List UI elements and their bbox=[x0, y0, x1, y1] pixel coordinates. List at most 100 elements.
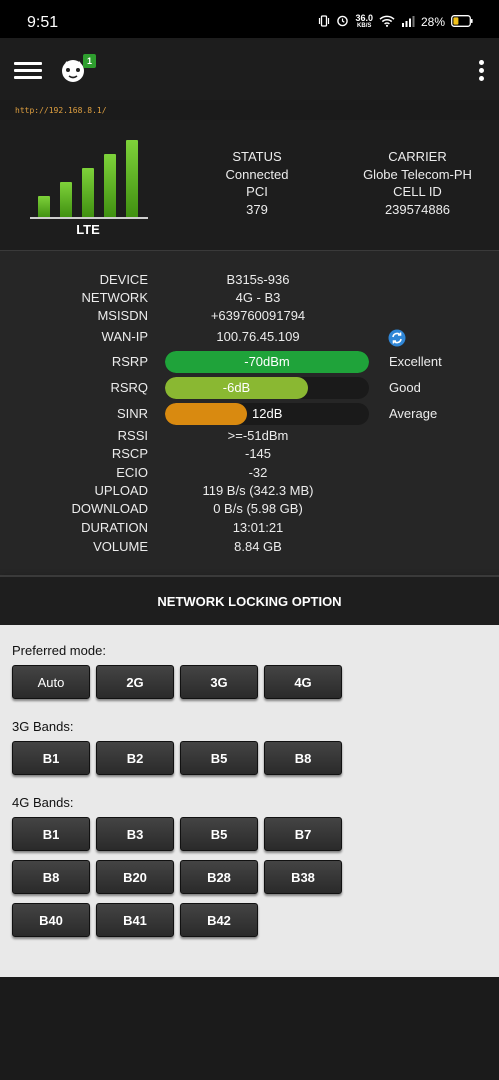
bands-4g-title: 4G Bands: bbox=[12, 795, 74, 810]
sinr-row: SINR 12dB Average bbox=[0, 403, 499, 425]
upload-value: 119 B/s (342.3 MB) bbox=[202, 483, 314, 498]
band-4g-button-b1[interactable]: B1 bbox=[12, 817, 90, 851]
band-4g-button-b5[interactable]: B5 bbox=[180, 817, 258, 851]
signal-bars bbox=[38, 140, 138, 218]
status-icons: 36.0 KB/S 28% bbox=[318, 14, 473, 30]
volume-value: 8.84 GB bbox=[234, 539, 282, 554]
band-4g-button-b38[interactable]: B38 bbox=[264, 860, 342, 894]
sinr-label: SINR bbox=[116, 406, 148, 421]
download-row: DOWNLOAD 0 B/s (5.98 GB) bbox=[0, 501, 499, 520]
status-bar: 9:51 36.0 KB/S 28% bbox=[0, 0, 499, 38]
battery-percent: 28% bbox=[420, 15, 445, 29]
rsrq-meter: -6dB bbox=[165, 377, 369, 399]
rscp-value: -145 bbox=[244, 446, 272, 461]
carrier-column: CARRIER Globe Telecom-PH CELL ID 2395748… bbox=[345, 148, 490, 218]
band-4g-button-b7[interactable]: B7 bbox=[264, 817, 342, 851]
upload-row: UPLOAD 119 B/s (342.3 MB) bbox=[0, 483, 499, 502]
rsrq-row: RSRQ -6dB Good bbox=[0, 377, 499, 399]
rsrq-value: -6dB bbox=[222, 380, 251, 395]
sinr-meter-fill bbox=[165, 403, 247, 425]
rsrp-meter: -70dBm bbox=[165, 351, 369, 373]
band-4g-button-b40[interactable]: B40 bbox=[12, 903, 90, 937]
network-locking-panel: Preferred mode: Auto 2G 3G 4G 3G Bands: B1 B… bbox=[0, 625, 499, 977]
carrier-label: CARRIER bbox=[388, 149, 447, 164]
rssi-value: >=-51dBm bbox=[227, 428, 289, 443]
status-value: Connected bbox=[225, 166, 289, 182]
mode-button-4g[interactable]: 4G bbox=[264, 665, 342, 699]
network-type-label: LTE bbox=[76, 222, 100, 237]
network-row: NETWORK 4G - B3 bbox=[0, 290, 499, 309]
status-label: STATUS bbox=[232, 149, 282, 164]
device-value: B315s-936 bbox=[226, 272, 290, 287]
info-panel: DEVICE B315s-936 NETWORK 4G - B3 MSISDN … bbox=[0, 250, 499, 575]
signal-bar-1 bbox=[38, 196, 50, 218]
clock: 9:51 bbox=[27, 14, 59, 31]
refresh-icon[interactable] bbox=[388, 329, 406, 347]
rsrq-label: RSRQ bbox=[110, 380, 148, 395]
duration-label: DURATION bbox=[81, 520, 148, 535]
cell-id-label: CELL ID bbox=[393, 184, 442, 199]
band-4g-button-b3[interactable]: B3 bbox=[96, 817, 174, 851]
band-4g-button-b41[interactable]: B41 bbox=[96, 903, 174, 937]
pci-value: 379 bbox=[246, 201, 268, 217]
msisdn-row: MSISDN +639760091794 bbox=[0, 308, 499, 327]
network-label: NETWORK bbox=[81, 290, 148, 305]
download-value: 0 B/s (5.98 GB) bbox=[213, 501, 303, 516]
rsrp-row: RSRP -70dBm Excellent bbox=[0, 351, 499, 373]
pci-label: PCI bbox=[246, 184, 268, 199]
more-options-icon[interactable] bbox=[479, 60, 485, 82]
ecio-row: ECIO -32 bbox=[0, 465, 499, 484]
sinr-quality: Average bbox=[389, 406, 438, 421]
band-3g-button-b8[interactable]: B8 bbox=[264, 741, 342, 775]
band-3g-button-b2[interactable]: B2 bbox=[96, 741, 174, 775]
rscp-row: RSCP -145 bbox=[0, 446, 499, 465]
rsrp-label: RSRP bbox=[111, 354, 148, 369]
router-url[interactable]: http://192.168.8.1/ bbox=[15, 106, 107, 115]
rsrp-value: -70dBm bbox=[244, 354, 290, 369]
alarm-icon bbox=[336, 14, 349, 30]
wan-ip-value: 100.76.45.109 bbox=[216, 329, 300, 344]
bands-3g-title: 3G Bands: bbox=[12, 719, 74, 734]
network-locking-title: NETWORK LOCKING OPTION bbox=[157, 594, 342, 609]
mode-button-3g[interactable]: 3G bbox=[180, 665, 258, 699]
network-value: 4G - B3 bbox=[235, 290, 281, 305]
rssi-row: RSSI >=-51dBm bbox=[0, 428, 499, 447]
network-locking-header[interactable]: NETWORK LOCKING OPTION bbox=[0, 575, 499, 625]
signal-bar-5 bbox=[126, 140, 138, 218]
band-4g-button-b42[interactable]: B42 bbox=[180, 903, 258, 937]
hamburger-menu-icon[interactable] bbox=[14, 62, 42, 80]
download-label: DOWNLOAD bbox=[71, 501, 148, 516]
wan-ip-row: WAN-IP 100.76.45.109 bbox=[0, 329, 499, 348]
signal-summary: LTE STATUS Connected PCI 379 CARRIER Glo… bbox=[0, 120, 499, 250]
preferred-mode-title: Preferred mode: bbox=[12, 643, 106, 658]
notification-badge: 1 bbox=[83, 54, 96, 68]
rsrp-quality: Excellent bbox=[389, 354, 442, 369]
msisdn-label: MSISDN bbox=[97, 308, 148, 323]
cell-id-value: 239574886 bbox=[384, 201, 451, 217]
band-4g-button-b28[interactable]: B28 bbox=[180, 860, 258, 894]
band-4g-button-b8[interactable]: B8 bbox=[12, 860, 90, 894]
signal-bar-4 bbox=[104, 154, 116, 218]
rscp-label: RSCP bbox=[111, 446, 148, 461]
duration-row: DURATION 13:01:21 bbox=[0, 520, 499, 539]
wifi-icon bbox=[379, 15, 395, 30]
band-3g-button-b5[interactable]: B5 bbox=[180, 741, 258, 775]
mode-button-2g[interactable]: 2G bbox=[96, 665, 174, 699]
upload-label: UPLOAD bbox=[94, 483, 148, 498]
mode-button-auto[interactable]: Auto bbox=[12, 665, 90, 699]
status-column: STATUS Connected PCI 379 bbox=[197, 148, 317, 218]
ecio-label: ECIO bbox=[116, 465, 148, 480]
msisdn-value: +639760091794 bbox=[210, 308, 306, 323]
battery-icon bbox=[451, 14, 473, 30]
band-4g-button-b20[interactable]: B20 bbox=[96, 860, 174, 894]
volume-label: VOLUME bbox=[93, 539, 148, 554]
vibrate-icon bbox=[318, 14, 330, 30]
signal-bar-2 bbox=[60, 182, 72, 218]
carrier-value: Globe Telecom-PH bbox=[363, 166, 472, 182]
signal-bars-baseline bbox=[30, 217, 148, 219]
app-bar: 1 bbox=[0, 38, 499, 100]
band-3g-button-b1[interactable]: B1 bbox=[12, 741, 90, 775]
rssi-label: RSSI bbox=[117, 428, 148, 443]
sinr-value: 12dB bbox=[252, 406, 283, 421]
wan-ip-label: WAN-IP bbox=[101, 329, 148, 344]
